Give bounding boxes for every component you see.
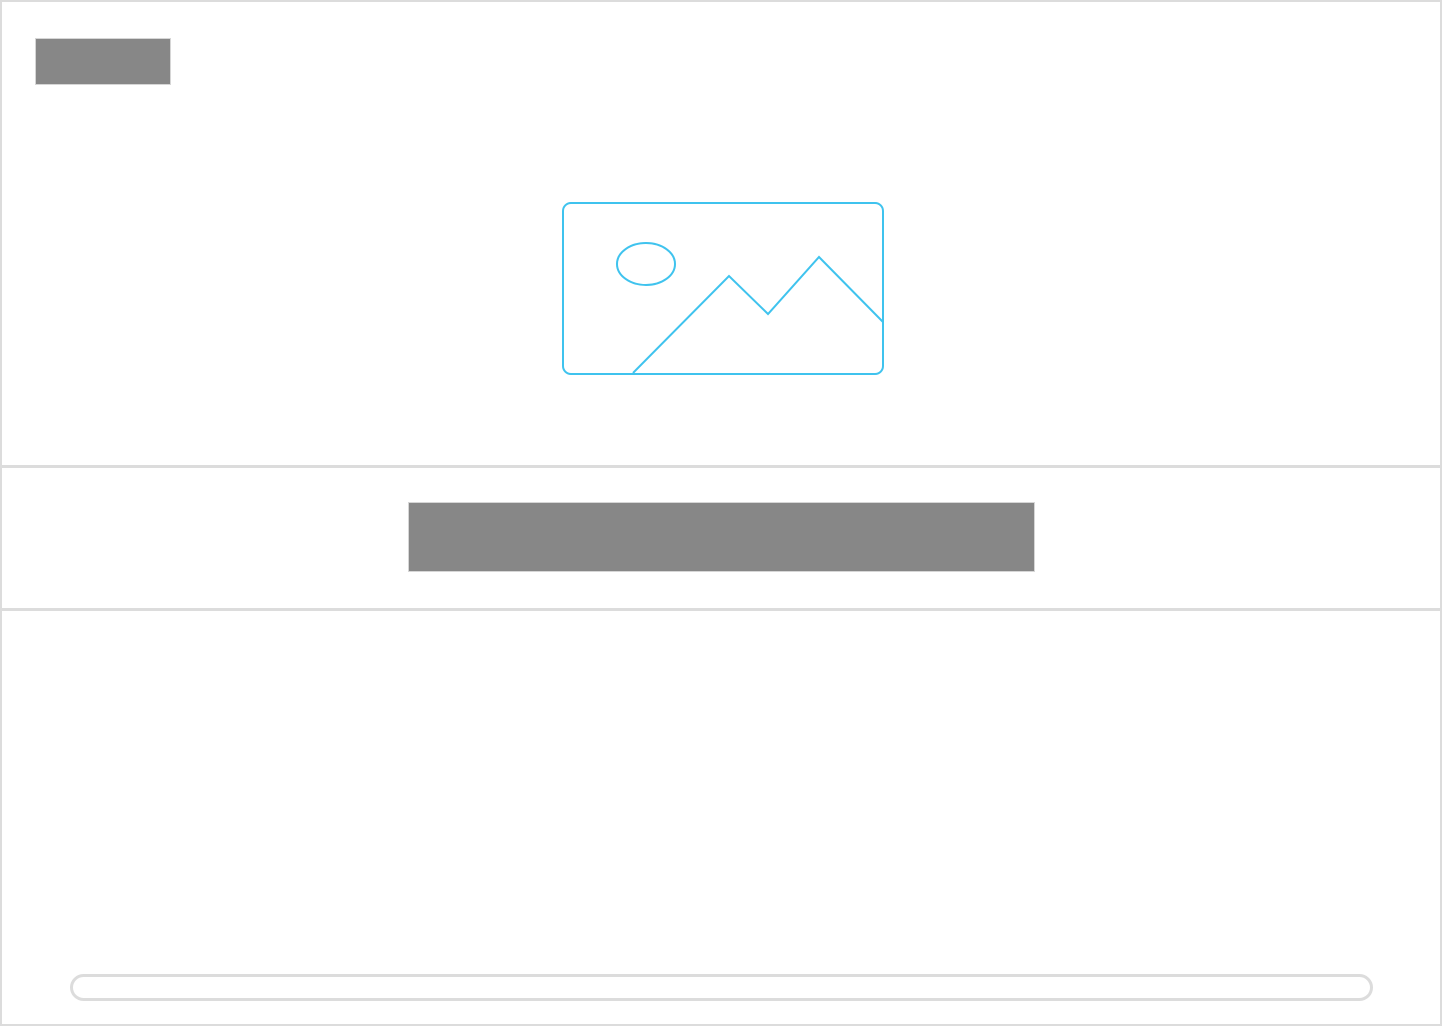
- text-input-field[interactable]: [70, 974, 1373, 1001]
- wireframe-page: [0, 0, 1442, 1026]
- image-placeholder-icon: [562, 202, 884, 375]
- logo-placeholder[interactable]: [35, 38, 171, 85]
- section-divider: [2, 465, 1440, 468]
- headline-placeholder: [408, 502, 1035, 572]
- content-area: [2, 611, 1440, 1024]
- hero-section: [2, 2, 1440, 465]
